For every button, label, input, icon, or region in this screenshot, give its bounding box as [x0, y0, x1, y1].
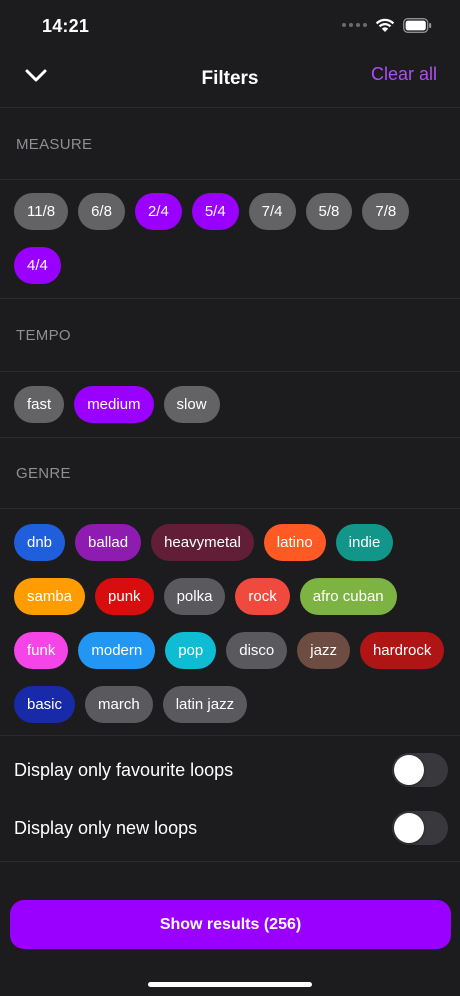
divider — [0, 437, 460, 438]
divider — [0, 861, 460, 862]
genre-chip-indie[interactable]: indie — [335, 524, 394, 561]
genre-chip-polka[interactable]: polka — [163, 578, 226, 615]
divider — [0, 735, 460, 736]
genre-chip-latino[interactable]: latino — [263, 524, 326, 561]
genre-chip-dnb[interactable]: dnb — [14, 524, 66, 561]
genre-chip-samba[interactable]: samba — [14, 578, 86, 615]
toggle-knob — [394, 755, 424, 785]
genre-chip-afro-cuban[interactable]: afro cuban — [299, 578, 397, 615]
tempo-chip-slow[interactable]: slow — [163, 386, 220, 423]
genre-chip-ballad[interactable]: ballad — [75, 524, 142, 561]
divider — [0, 298, 460, 299]
divider — [0, 371, 460, 372]
wifi-icon — [375, 18, 395, 32]
genre-section-label: GENRE — [16, 465, 71, 482]
tempo-chip-fast[interactable]: fast — [14, 386, 65, 423]
tempo-chip-medium[interactable]: medium — [74, 386, 154, 423]
genre-chip-rock[interactable]: rock — [235, 578, 290, 615]
genre-chip-pop[interactable]: pop — [165, 632, 217, 669]
favourite-loops-toggle-row: Display only favourite loops — [14, 752, 448, 788]
measure-section-label: MEASURE — [16, 136, 93, 153]
status-bar: 14:21 — [0, 0, 460, 50]
measure-chip-7-4[interactable]: 7/4 — [248, 193, 296, 230]
nav-header: Filters Clear all — [0, 50, 460, 108]
measure-chip-11-8[interactable]: 11/8 — [14, 193, 69, 230]
genre-chip-hardrock[interactable]: hardrock — [359, 632, 445, 669]
measure-chip-group: 11/8 6/8 2/4 5/4 7/4 5/8 7/8 4/4 — [14, 193, 450, 284]
measure-chip-7-8[interactable]: 7/8 — [362, 193, 410, 230]
filters-screen: 14:21 Filters Clear all MEASURE 11/8 6/8… — [0, 0, 460, 996]
page-title: Filters — [201, 67, 259, 89]
genre-chip-funk[interactable]: funk — [14, 632, 69, 669]
measure-chip-4-4[interactable]: 4/4 — [14, 247, 61, 284]
status-time: 14:21 — [42, 15, 90, 36]
toggle-knob — [394, 813, 424, 843]
genre-chip-group: dnb ballad heavymetal latino indie samba punk p… — [14, 524, 454, 723]
divider — [0, 179, 460, 180]
genre-chip-jazz[interactable]: jazz — [297, 632, 350, 669]
tempo-section-label: TEMPO — [16, 327, 71, 344]
chevron-down-icon[interactable] — [22, 62, 50, 90]
measure-chip-6-8[interactable]: 6/8 — [78, 193, 125, 230]
new-loops-label: Display only new loops — [14, 817, 198, 838]
clear-all-button[interactable]: Clear all — [371, 64, 437, 85]
favourite-loops-toggle[interactable] — [392, 753, 448, 787]
status-icons — [342, 17, 432, 33]
home-indicator — [148, 982, 312, 987]
measure-chip-5-8[interactable]: 5/8 — [305, 193, 353, 230]
battery-icon — [403, 17, 432, 33]
show-results-button[interactable]: Show results (256) — [10, 900, 451, 949]
genre-chip-modern[interactable]: modern — [78, 632, 156, 669]
measure-chip-2-4[interactable]: 2/4 — [134, 193, 182, 230]
genre-chip-disco[interactable]: disco — [226, 632, 288, 669]
genre-chip-punk[interactable]: punk — [95, 578, 154, 615]
new-loops-toggle[interactable] — [392, 811, 448, 845]
genre-chip-basic[interactable]: basic — [14, 686, 76, 723]
signal-dots-icon — [342, 23, 367, 27]
favourite-loops-label: Display only favourite loops — [14, 759, 234, 780]
genre-chip-march[interactable]: march — [85, 686, 153, 723]
new-loops-toggle-row: Display only new loops — [14, 810, 448, 846]
divider — [0, 508, 460, 509]
genre-chip-latin-jazz[interactable]: latin jazz — [162, 686, 248, 723]
measure-chip-5-4[interactable]: 5/4 — [191, 193, 239, 230]
tempo-chip-group: fast medium slow — [14, 386, 450, 423]
genre-chip-heavymetal[interactable]: heavymetal — [151, 524, 254, 561]
